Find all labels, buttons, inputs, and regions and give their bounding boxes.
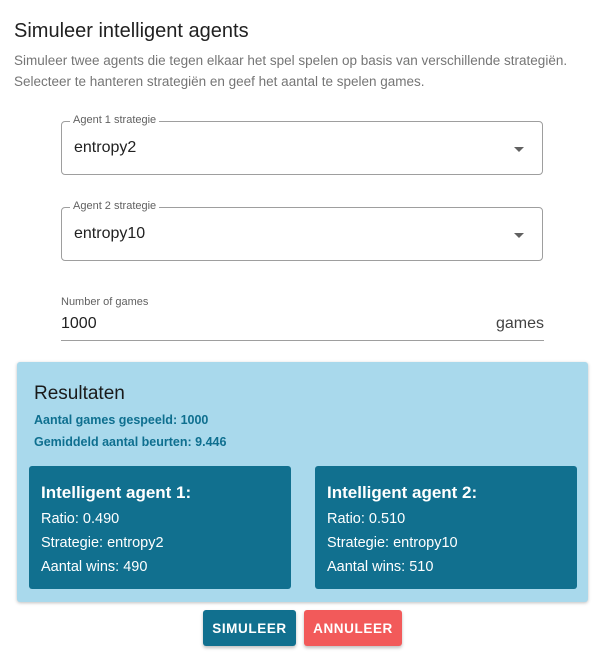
agent2-strategy-value: entropy10 [74, 225, 146, 242]
page-title: Simuleer intelligent agents [14, 20, 249, 42]
results-title: Resultaten [34, 383, 125, 404]
simulate-button[interactable]: SIMULEER [203, 610, 296, 646]
agent-ratio: Ratio: 0.510 [327, 511, 406, 527]
agent1-strategy-value: entropy2 [74, 139, 137, 156]
agent-wins: Aantal wins: 490 [41, 559, 148, 575]
agent2-strategy-label: Agent 2 strategie [70, 200, 160, 212]
description-line: Selecteer te hanteren strategiën en geef… [14, 74, 425, 89]
agent-card-title: Intelligent agent 1: [41, 483, 192, 502]
agent-ratio: Ratio: 0.490 [41, 511, 120, 527]
average-turns-stat: Gemiddeld aantal beurten: 9.446 [34, 435, 227, 449]
number-of-games-field[interactable]: Number of games 1000 games [61, 296, 544, 341]
agent-card-title: Intelligent agent 2: [327, 483, 478, 502]
agent-strategy: Strategie: entropy2 [41, 535, 164, 551]
games-played-stat: Aantal games gespeeld: 1000 [34, 413, 209, 427]
agent1-strategy-select[interactable]: Agent 1 strategie entropy2 [61, 114, 543, 175]
agent2-result-card: Intelligent agent 2: Ratio: 0.510 Strate… [315, 466, 577, 589]
number-of-games-label: Number of games [61, 296, 149, 308]
number-of-games-input[interactable]: 1000 [61, 315, 97, 333]
chevron-down-icon[interactable] [514, 147, 524, 152]
agent1-result-card: Intelligent agent 1: Ratio: 0.490 Strate… [29, 466, 291, 589]
agent1-strategy-label: Agent 1 strategie [70, 114, 160, 126]
chevron-down-icon[interactable] [514, 233, 524, 238]
results-panel: Resultaten Aantal games gespeeld: 1000 G… [17, 362, 588, 602]
agent2-strategy-select[interactable]: Agent 2 strategie entropy10 [61, 200, 543, 261]
agent-wins: Aantal wins: 510 [327, 559, 434, 575]
cancel-button[interactable]: ANNULEER [304, 610, 402, 646]
description-line: Simuleer twee agents die tegen elkaar he… [14, 53, 568, 68]
page-description: Simuleer twee agents die tegen elkaar he… [14, 50, 599, 92]
games-suffix: games [495, 315, 544, 332]
agent-strategy: Strategie: entropy10 [327, 535, 458, 551]
